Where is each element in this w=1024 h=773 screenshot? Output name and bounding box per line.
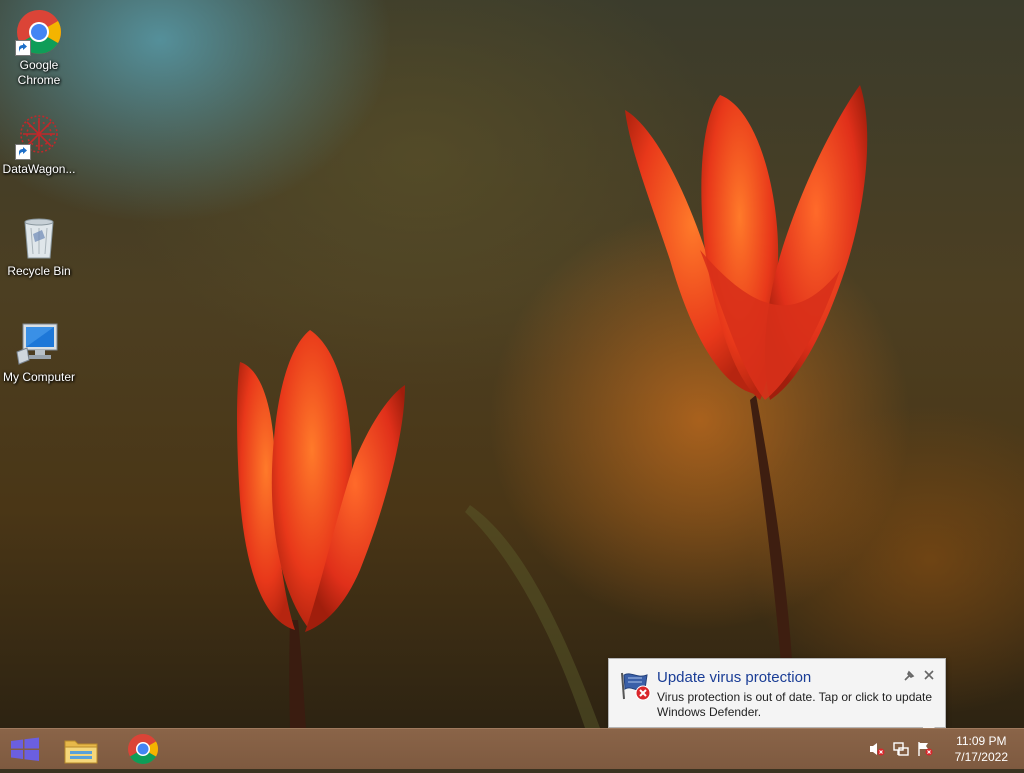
- desktop-wallpaper: [0, 0, 1024, 728]
- network-icon[interactable]: [892, 741, 910, 757]
- taskbar-chrome-button[interactable]: [120, 729, 166, 769]
- action-center-flag-icon[interactable]: [916, 741, 934, 757]
- system-tray: 11:09 PM 7/17/2022: [864, 729, 1024, 769]
- desktop-icon-recycle-bin[interactable]: Recycle Bin: [0, 214, 78, 279]
- desktop-icon-label: Google Chrome: [17, 58, 61, 87]
- windows-defender-flag-icon: [619, 669, 653, 703]
- notification-close-icon[interactable]: [923, 668, 935, 680]
- volume-muted-icon[interactable]: [868, 741, 886, 757]
- taskbar-clock[interactable]: 11:09 PM 7/17/2022: [955, 733, 1008, 765]
- shortcut-arrow-icon: [15, 40, 31, 56]
- datawagon-icon: [15, 112, 63, 160]
- windows-logo-icon: [11, 737, 39, 761]
- chrome-icon: [15, 8, 63, 56]
- desktop-icon-datawagon[interactable]: DataWagon...: [0, 112, 78, 177]
- start-button[interactable]: [0, 729, 50, 769]
- recycle-bin-icon: [15, 214, 63, 262]
- taskbar: 11:09 PM 7/17/2022: [0, 728, 1024, 769]
- shortcut-arrow-icon: [15, 144, 31, 160]
- clock-date: 7/17/2022: [954, 750, 1008, 764]
- chrome-icon: [128, 734, 159, 765]
- taskbar-file-explorer-button[interactable]: [58, 729, 104, 769]
- notification-body: Virus protection is out of date. Tap or …: [657, 690, 933, 719]
- desktop-icon-label: Recycle Bin: [7, 264, 71, 278]
- my-computer-icon: [15, 320, 63, 368]
- desktop-icon-my-computer[interactable]: My Computer: [0, 320, 78, 385]
- clock-time: 11:09 PM: [956, 734, 1007, 748]
- tulip-wallpaper-art: [237, 85, 868, 728]
- desktop-icon-google-chrome[interactable]: Google Chrome: [0, 8, 78, 88]
- folder-icon: [64, 740, 98, 764]
- desktop-icon-label: My Computer: [2, 370, 76, 384]
- notification-balloon[interactable]: Update virus protection Virus protection…: [608, 658, 946, 739]
- notification-options-icon[interactable]: [903, 669, 915, 681]
- desktop-icon-label: DataWagon...: [2, 162, 76, 176]
- notification-title: Update virus protection: [657, 669, 812, 686]
